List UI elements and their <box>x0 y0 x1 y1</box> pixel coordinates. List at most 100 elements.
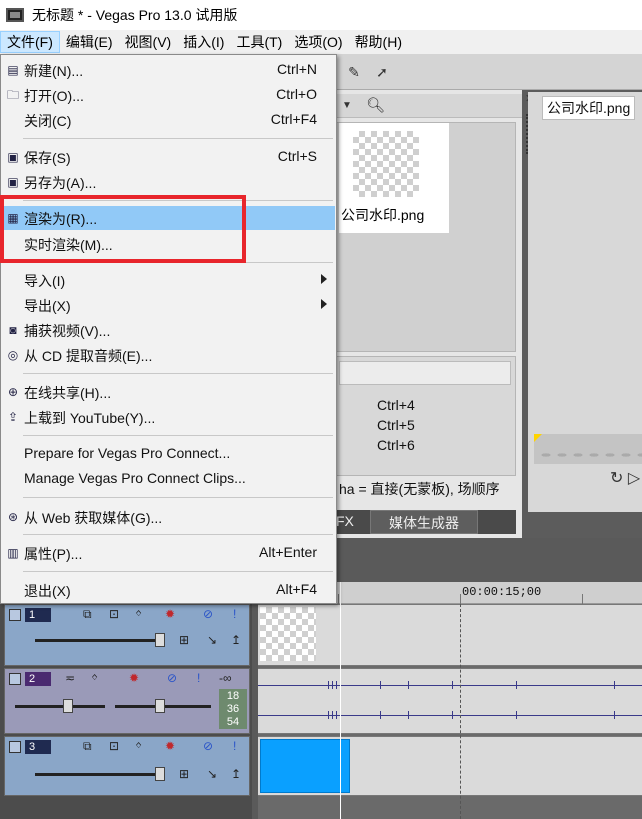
track-lane-audio-2[interactable] <box>258 668 642 734</box>
menu-item-label: 新建(N)... <box>24 63 84 79</box>
collapse-icon[interactable]: ↥ <box>231 767 241 781</box>
menu-item-open[interactable]: 🗀 打开(O)... Ctrl+O <box>2 83 335 107</box>
menu-item-close[interactable]: 关闭(C) Ctrl+F4 <box>2 108 335 132</box>
bypass-icon[interactable]: ᛜ <box>135 739 142 753</box>
track-lane-video-3[interactable] <box>258 736 642 796</box>
menu-item-share-online[interactable]: ⊕ 在线共享(H)... <box>2 380 335 404</box>
volume-slider[interactable] <box>15 705 105 708</box>
menu-options[interactable]: 选项(O) <box>288 31 348 53</box>
waveform-tick <box>408 681 409 689</box>
menu-item-label: Prepare for Vegas Pro Connect... <box>24 445 231 461</box>
level-slider-knob[interactable] <box>155 767 165 781</box>
menu-item-label: 退出(X) <box>24 583 71 599</box>
menu-item-save-as[interactable]: ▣ 另存为(A)... <box>2 170 335 194</box>
waveform-tick <box>516 681 517 689</box>
save-icon: ▣ <box>7 150 19 164</box>
menu-item-exit[interactable]: 退出(X) Alt+F4 <box>2 578 335 602</box>
menu-item-manage-connect[interactable]: Manage Vegas Pro Connect Clips... <box>2 467 335 491</box>
invert-phase-icon[interactable]: ≂ <box>65 671 75 685</box>
web-search-icon: ⊛ <box>7 510 19 524</box>
bypass-icon[interactable]: ᛜ <box>91 671 98 685</box>
track-header-audio-2[interactable]: 2 ≂ ᛜ ✹ ⊘ ! -∞ 18 36 54 <box>4 668 250 734</box>
new-file-icon: ▤ <box>7 63 19 77</box>
motion-icon[interactable]: ⊡ <box>109 607 119 621</box>
menu-tools[interactable]: 工具(T) <box>230 31 288 53</box>
menu-item-upload-youtube[interactable]: ⇪ 上载到 YouTube(Y)... <box>2 405 335 429</box>
pan-slider-knob[interactable] <box>155 699 165 713</box>
timeline-lanes <box>258 604 642 819</box>
ruler-tick <box>460 594 461 604</box>
menu-item-label: 在线共享(H)... <box>24 385 112 401</box>
track-list: 1 ⧉ ⊡ ᛜ ✹ ⊘ ! ⊞ ↘ ↥ 2 ≂ ᛜ ✹ ⊘ ! -∞ 18 36… <box>0 604 252 819</box>
trimmer-timeline-strip[interactable] <box>534 434 642 464</box>
menu-item-import[interactable]: 导入(I) <box>2 268 335 292</box>
media-thumbnail[interactable]: 公司水印.png <box>339 123 449 233</box>
track-lane-video-1[interactable] <box>258 604 642 666</box>
mute-icon[interactable]: ⊘ <box>203 607 213 621</box>
composite-icon[interactable]: ⧉ <box>83 607 92 622</box>
menu-item-export[interactable]: 导出(X) <box>2 293 335 317</box>
expand-icon[interactable]: ↘ <box>207 767 217 781</box>
track-grip-icon[interactable] <box>9 609 21 621</box>
playhead-cursor[interactable] <box>340 582 341 819</box>
menu-item-save[interactable]: ▣ 保存(S) Ctrl+S <box>2 145 335 169</box>
tab-media-generators[interactable]: 媒体生成器 <box>370 510 478 534</box>
level-slider[interactable] <box>35 773 165 776</box>
menu-item-prepare-connect[interactable]: Prepare for Vegas Pro Connect... <box>2 442 335 466</box>
solo-icon[interactable]: ! <box>233 607 236 621</box>
menu-view[interactable]: 视图(V) <box>119 31 178 53</box>
fx-icon[interactable]: ✹ <box>165 739 175 753</box>
fx-icon[interactable]: ✹ <box>165 607 175 621</box>
level-slider[interactable] <box>35 639 165 642</box>
menu-separator <box>23 571 333 572</box>
dropdown-arrow-icon[interactable]: ▼ <box>342 100 352 111</box>
menu-item-new[interactable]: ▤ 新建(N)... Ctrl+N <box>2 58 335 82</box>
track-header-video-3[interactable]: 3 ⧉ ⊡ ᛜ ✹ ⊘ ! ⊞ ↘ ↥ <box>4 736 250 796</box>
panel-grip[interactable] <box>526 114 530 154</box>
menu-item-shortcut: Ctrl+O <box>276 86 317 102</box>
solo-icon[interactable]: ! <box>197 671 200 685</box>
properties-field[interactable] <box>339 361 511 385</box>
menu-edit[interactable]: 编辑(E) <box>60 31 119 53</box>
fx-icon[interactable]: ✹ <box>129 671 139 685</box>
composite-icon[interactable]: ⧉ <box>83 739 92 754</box>
menu-help[interactable]: 帮助(H) <box>349 31 408 53</box>
menu-item-capture-video[interactable]: ◙ 捕获视频(V)... <box>2 318 335 342</box>
track-grip-icon[interactable] <box>9 741 21 753</box>
loop-icon[interactable]: ↻ ▷ <box>610 468 640 488</box>
track-number: 2 <box>25 672 51 686</box>
menu-file[interactable]: 文件(F) <box>0 31 60 53</box>
help-pointer-icon[interactable]: ➚ <box>374 64 390 80</box>
waveform-tick <box>380 681 381 689</box>
level-slider-knob[interactable] <box>155 633 165 647</box>
watermark-clip[interactable] <box>260 607 316 661</box>
menu-insert[interactable]: 插入(I) <box>177 31 230 53</box>
motion-icon[interactable]: ⊡ <box>109 739 119 753</box>
menu-item-properties[interactable]: ▥ 属性(P)... Alt+Enter <box>2 541 335 565</box>
track-grip-icon[interactable] <box>9 673 21 685</box>
tab-fx[interactable]: FX <box>336 513 354 529</box>
search-icon[interactable]: 🔍︎ <box>366 96 385 114</box>
transparency-checker-image <box>353 131 419 197</box>
waveform-tick <box>516 711 517 719</box>
envelope-icon[interactable]: ⊞ <box>179 633 189 647</box>
bypass-icon[interactable]: ᛜ <box>135 607 142 621</box>
envelope-icon[interactable]: ⊞ <box>179 767 189 781</box>
window-tabs: FX 媒体生成器 <box>336 510 516 534</box>
save-as-icon: ▣ <box>7 175 19 189</box>
video-clip[interactable] <box>260 739 350 793</box>
mute-icon[interactable]: ⊘ <box>167 671 177 685</box>
expand-icon[interactable]: ↘ <box>207 633 217 647</box>
mute-icon[interactable]: ⊘ <box>203 739 213 753</box>
volume-slider-knob[interactable] <box>63 699 73 713</box>
collapse-icon[interactable]: ↥ <box>231 633 241 647</box>
annotation-highlight-box <box>0 195 246 263</box>
track-header-video-1[interactable]: 1 ⧉ ⊡ ᛜ ✹ ⊘ ! ⊞ ↘ ↥ <box>4 604 250 666</box>
trimmer-tab[interactable]: 公司水印.png <box>542 96 636 120</box>
menu-item-get-web-media[interactable]: ⊛ 从 Web 获取媒体(G)... <box>2 505 335 529</box>
meter-scale-label: 54 <box>226 716 240 728</box>
menu-item-extract-cd-audio[interactable]: ◎ 从 CD 提取音频(E)... <box>2 343 335 367</box>
brush-tool-icon[interactable]: ✎ <box>346 64 362 80</box>
solo-icon[interactable]: ! <box>233 739 236 753</box>
track-number: 1 <box>25 608 51 622</box>
